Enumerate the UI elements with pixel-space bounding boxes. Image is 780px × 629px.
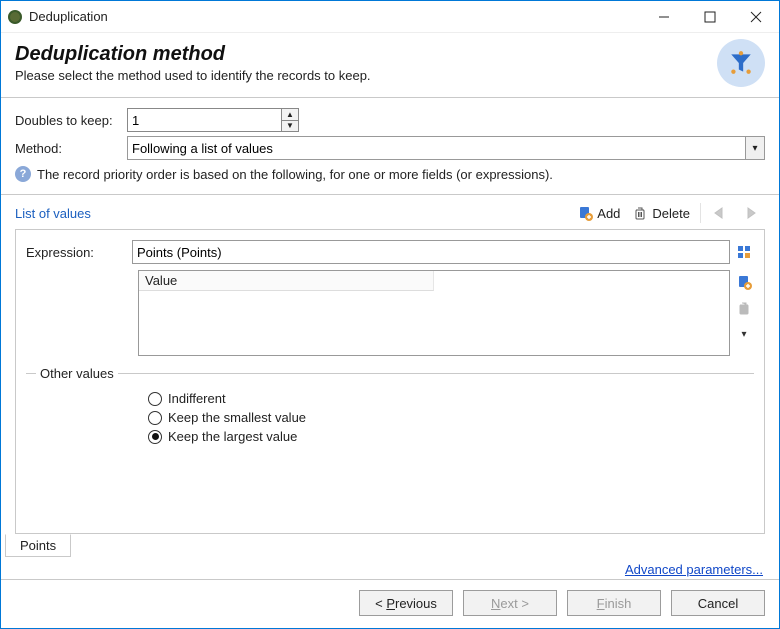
radio-largest[interactable]: Keep the largest value — [148, 429, 744, 444]
toolbar-separator — [700, 203, 701, 223]
finish-button[interactable]: Finish — [567, 590, 661, 616]
list-of-values-header: List of values Add Delete — [15, 201, 765, 229]
doubles-input[interactable] — [127, 108, 281, 132]
radio-largest-label: Keep the largest value — [168, 429, 297, 444]
value-grid[interactable]: Value — [138, 270, 730, 356]
close-button[interactable] — [733, 2, 779, 32]
expression-label: Expression: — [26, 245, 128, 260]
radio-smallest-label: Keep the smallest value — [168, 410, 306, 425]
list-of-values-title: List of values — [15, 206, 91, 221]
add-label: Add — [597, 206, 620, 221]
page-header: Deduplication method Please select the m… — [1, 33, 779, 98]
help-icon: ? — [15, 166, 31, 182]
finish-rest: inish — [605, 596, 632, 611]
chevron-down-icon[interactable]: ▾ — [745, 136, 765, 160]
move-right-button[interactable] — [735, 206, 765, 220]
tab-strip: Points — [5, 533, 765, 556]
body: List of values Add Delete Expression: — [1, 195, 779, 579]
funnel-icon — [717, 39, 765, 87]
method-value[interactable] — [127, 136, 745, 160]
method-combo[interactable]: ▾ — [127, 136, 765, 160]
method-form: Doubles to keep: ▲ ▼ Method: ▾ ? The rec… — [1, 98, 779, 195]
expression-input[interactable] — [132, 240, 730, 264]
minimize-button[interactable] — [641, 2, 687, 32]
add-button[interactable]: Add — [571, 205, 626, 221]
wizard-footer: < Previous Next > Finish Cancel — [1, 579, 779, 628]
doubles-spinner[interactable]: ▲ ▼ — [127, 108, 299, 132]
move-left-button[interactable] — [705, 206, 735, 220]
page-title: Deduplication method — [15, 43, 717, 66]
spinner-up-icon[interactable]: ▲ — [282, 109, 298, 121]
other-values-legend: Other values — [36, 366, 118, 381]
tab-panel: Expression: Value ▾ Other values — [15, 229, 765, 534]
cancel-button[interactable]: Cancel — [671, 590, 765, 616]
previous-button[interactable]: < Previous — [359, 590, 453, 616]
next-rest: ext — [500, 596, 517, 611]
delete-label: Delete — [652, 206, 690, 221]
advanced-parameters-link[interactable]: Advanced parameters... — [625, 562, 763, 577]
titlebar: Deduplication — [1, 1, 779, 33]
value-add-icon[interactable] — [734, 272, 754, 292]
window-title: Deduplication — [29, 9, 641, 24]
value-column-header: Value — [139, 271, 434, 291]
value-delete-icon[interactable] — [734, 298, 754, 318]
spinner-down-icon[interactable]: ▼ — [282, 121, 298, 132]
tab-points[interactable]: Points — [5, 534, 71, 557]
other-values-group: Other values Indifferent Keep the smalle… — [26, 366, 754, 458]
next-button[interactable]: Next > — [463, 590, 557, 616]
delete-button[interactable]: Delete — [626, 205, 696, 221]
previous-rest: revious — [395, 596, 437, 611]
app-icon — [7, 9, 23, 25]
radio-smallest[interactable]: Keep the smallest value — [148, 410, 744, 425]
radio-indifferent-label: Indifferent — [168, 391, 226, 406]
radio-indifferent[interactable]: Indifferent — [148, 391, 744, 406]
method-label: Method: — [15, 141, 127, 156]
doubles-label: Doubles to keep: — [15, 113, 127, 128]
info-text: The record priority order is based on th… — [37, 167, 553, 182]
expression-editor-icon[interactable] — [734, 242, 754, 262]
value-more-icon[interactable]: ▾ — [734, 324, 754, 344]
page-subtitle: Please select the method used to identif… — [15, 68, 717, 83]
maximize-button[interactable] — [687, 2, 733, 32]
